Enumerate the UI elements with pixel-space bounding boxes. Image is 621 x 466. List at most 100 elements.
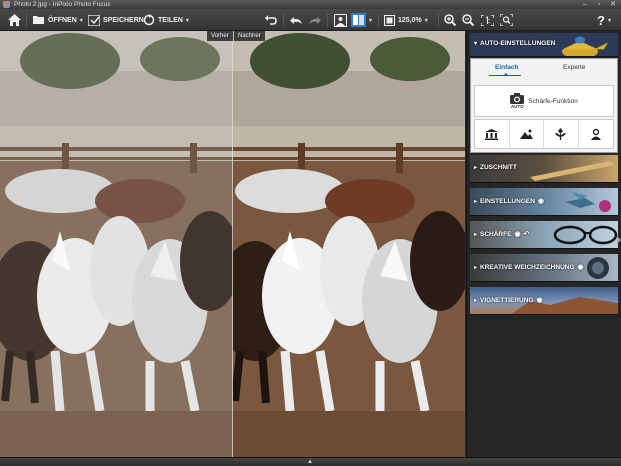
zoom-out-icon: [462, 14, 474, 26]
single-view-icon: [334, 13, 347, 27]
before-label: Vorher: [207, 31, 233, 41]
share-button[interactable]: TEILEN ▾: [143, 9, 189, 31]
toolbar-separator: [283, 13, 284, 27]
share-label: TEILEN: [158, 16, 183, 24]
chevron-down-icon: ▾: [185, 17, 189, 24]
auto-settings-header[interactable]: ▾ AUTO-EINSTELLUNGEN: [470, 33, 618, 57]
zoom-in-icon: [444, 14, 456, 26]
section-sharpness[interactable]: ▸ SCHÄRFE ◉ ↶: [470, 221, 618, 249]
app-icon: [3, 1, 10, 8]
folder-icon: [33, 16, 44, 24]
preset-grid: [474, 119, 614, 149]
auto-camera-icon: AUTO: [510, 93, 525, 109]
section-crop[interactable]: ▸ ZUSCHNITT: [470, 155, 618, 183]
actual-size-icon: [481, 14, 494, 26]
bottom-bar: ▲: [0, 457, 621, 466]
split-divider[interactable]: [232, 31, 233, 457]
view-mode-dropdown[interactable]: ▾: [369, 9, 372, 31]
after-label: Nachher: [234, 31, 265, 41]
horse-photo-before: [0, 31, 233, 457]
fit-window-button[interactable]: [500, 9, 513, 31]
building-icon: [485, 128, 499, 140]
undo-icon: [290, 16, 302, 24]
eye-icon[interactable]: ◉: [578, 263, 584, 271]
toolbar-separator: [378, 13, 379, 27]
tab-notch: [503, 73, 509, 76]
zoom-select[interactable]: 125,0% ▾: [384, 9, 428, 31]
section-label: ZUSCHNITT: [480, 164, 517, 171]
preset-landscape[interactable]: [510, 120, 544, 148]
reset-icon: [265, 15, 277, 25]
help-icon: ?: [597, 12, 605, 28]
section-vignette[interactable]: ▸ VIGNETTIERUNG ◉: [470, 287, 618, 315]
share-icon: [143, 14, 155, 26]
section-adjustments[interactable]: ▸ EINSTELLUNGEN ◉: [470, 188, 618, 216]
open-label: ÖFFNEN: [48, 16, 77, 24]
mode-tabs: Einfach Experte: [471, 59, 617, 77]
auto-badge: AUTO: [510, 104, 524, 109]
section-label: EINSTELLUNGEN: [480, 197, 535, 205]
photo-after: [233, 31, 465, 457]
undo-icon[interactable]: ↶: [524, 230, 530, 238]
zoom-fit-icon: [500, 14, 513, 26]
photo-canvas[interactable]: Vorher Nachher: [0, 31, 465, 457]
eye-icon[interactable]: ◉: [536, 296, 542, 304]
reset-button[interactable]: [265, 9, 277, 31]
chevron-down-icon: ▾: [79, 17, 83, 24]
section-label: KREATIVE WEICHZEICHNUNG: [480, 263, 575, 271]
chevron-down-icon: ▾: [607, 17, 611, 24]
auto-sharpness-button[interactable]: AUTO Schärfe-Funktion: [474, 85, 614, 117]
toolbar-separator: [26, 13, 27, 27]
horse-photo-after: [233, 31, 465, 457]
help-button[interactable]: ? ▾: [597, 9, 611, 31]
chevron-down-icon: ▾: [424, 17, 428, 24]
zoom-in-button[interactable]: [444, 9, 456, 31]
tab-simple[interactable]: Einfach: [495, 64, 518, 71]
section-creative-blur[interactable]: ▸ KREATIVE WEICHZEICHNUNG ◉: [470, 254, 618, 282]
open-button[interactable]: ÖFFNEN ▾: [33, 9, 83, 31]
split-view-button[interactable]: [351, 9, 366, 31]
flower-icon: [555, 128, 567, 140]
chevron-right-icon: ▸: [474, 165, 478, 171]
tab-expert[interactable]: Experte: [563, 64, 585, 71]
save-icon: [88, 14, 100, 26]
panel-collapse-handle[interactable]: [617, 236, 621, 244]
eye-icon[interactable]: ◉: [538, 197, 544, 205]
section-label: VIGNETTIERUNG: [480, 296, 534, 304]
toolbar-separator: [327, 13, 328, 27]
title-bar: Photo 2.jpg - InPixio Photo Focus – ▫ ✕: [0, 0, 621, 9]
split-view-icon: [351, 13, 366, 27]
chevron-right-icon: ▸: [474, 231, 478, 238]
window-title: Photo 2.jpg - InPixio Photo Focus: [14, 1, 111, 8]
preset-portrait[interactable]: [579, 120, 614, 148]
maximize-button[interactable]: ▫: [592, 0, 606, 9]
filmstrip-toggle-icon[interactable]: ▲: [307, 459, 313, 465]
eye-icon[interactable]: ◉: [514, 230, 520, 238]
photo-before: [0, 31, 233, 457]
landscape-icon: [519, 129, 533, 139]
chevron-right-icon: ▸: [474, 297, 478, 304]
settings-panel: ▾ AUTO-EINSTELLUNGEN Einfach Experte AUT…: [466, 31, 621, 457]
chevron-down-icon: ▾: [369, 17, 373, 24]
chevron-right-icon: ▸: [474, 264, 478, 271]
home-icon: [8, 14, 21, 26]
zoom-value: 125,0%: [398, 16, 422, 24]
preset-architecture[interactable]: [475, 120, 510, 148]
single-view-button[interactable]: [334, 9, 347, 31]
close-button[interactable]: ✕: [606, 0, 620, 9]
toolbar-separator: [438, 13, 439, 27]
undo-button[interactable]: [290, 9, 302, 31]
chevron-right-icon: ▸: [474, 198, 478, 205]
auto-settings-title: ▾ AUTO-EINSTELLUNGEN: [474, 40, 556, 47]
toolbar: ÖFFNEN ▾ SPEICHERN TEILEN ▾ ▾ 125,0% ▾ ?…: [0, 9, 621, 31]
home-button[interactable]: [8, 9, 21, 31]
minimize-button[interactable]: –: [578, 0, 592, 9]
zoom-out-button[interactable]: [462, 9, 474, 31]
sharpness-function-label: Schärfe-Funktion: [528, 97, 578, 105]
actual-size-button[interactable]: [481, 9, 494, 31]
chevron-down-icon: ▾: [474, 41, 478, 47]
redo-button[interactable]: [309, 9, 321, 31]
section-label: SCHÄRFE: [480, 230, 512, 238]
preset-flower[interactable]: [544, 120, 579, 148]
save-button[interactable]: SPEICHERN: [88, 9, 144, 31]
